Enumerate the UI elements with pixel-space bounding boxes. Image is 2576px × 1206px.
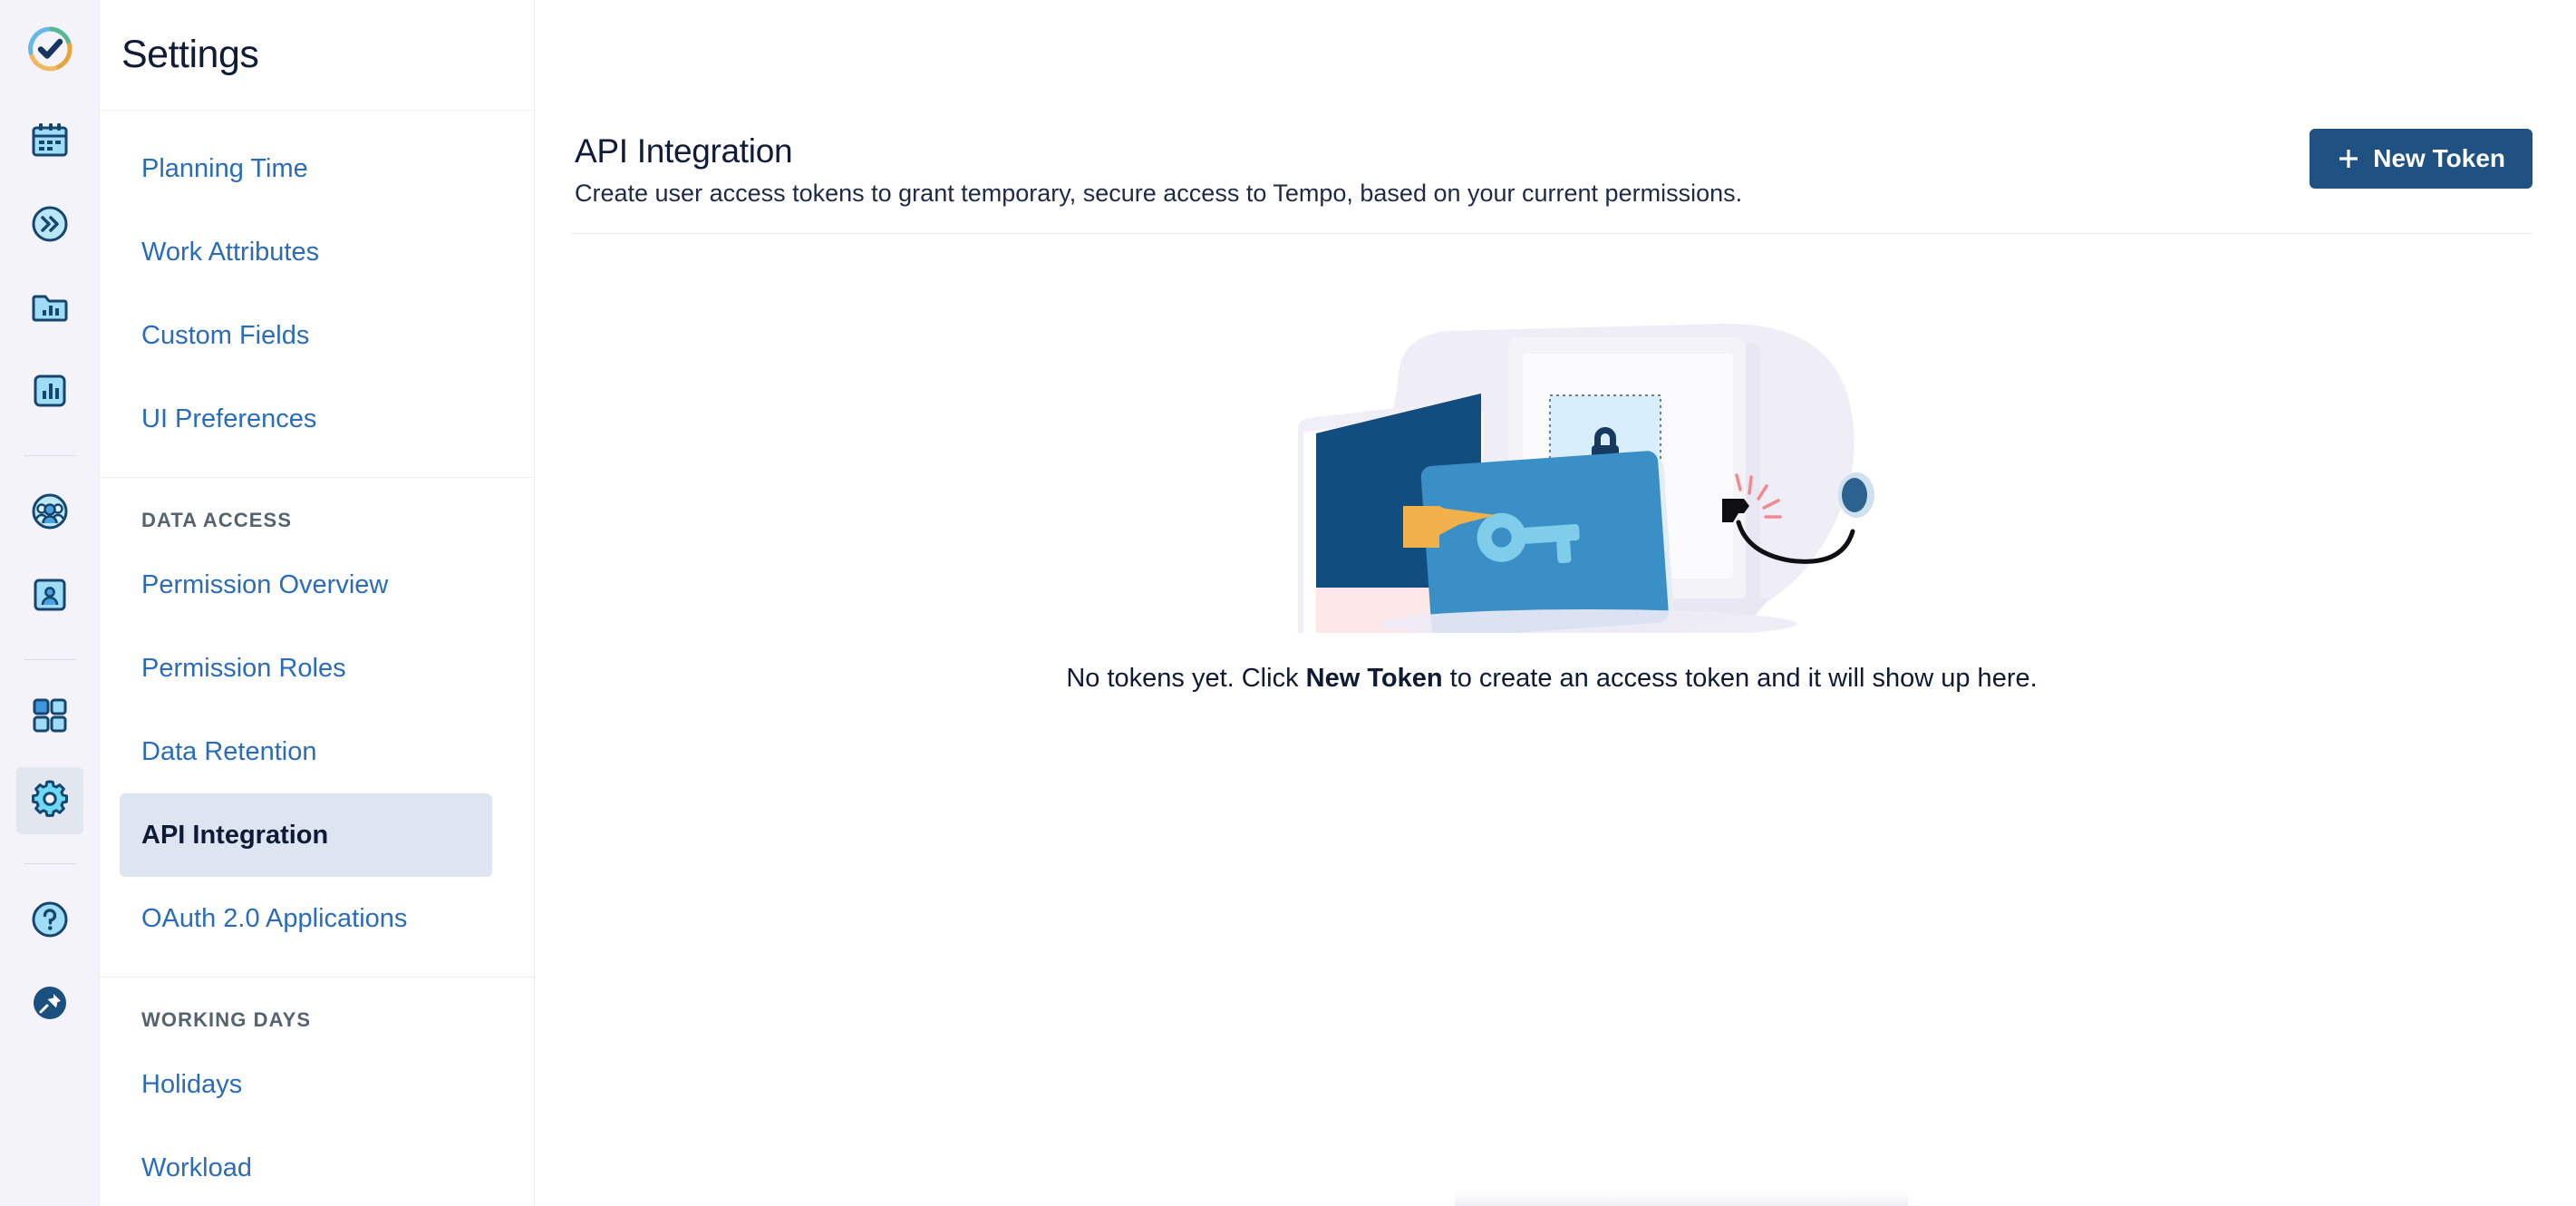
content-header: API Integration Create user access token… [571,0,2532,234]
sidebar-item-oauth-applications[interactable]: OAuth 2.0 Applications [120,877,492,960]
plus-icon [2337,147,2360,170]
rail-divider [23,659,76,660]
empty-message-before: No tokens yet. Click [1066,664,1306,693]
sidebar-nav-list: Planning Time Work Attributes Custom Fie… [100,111,534,1206]
team-people-icon [30,491,70,536]
sidebar-item-ui-preferences[interactable]: UI Preferences [120,377,492,461]
rail-divider [23,863,76,864]
sidebar-item-data-retention[interactable]: Data Retention [120,710,492,793]
content-subtitle: Create user access tokens to grant tempo… [575,180,1743,207]
sidebar-item-label: Permission Overview [141,569,389,599]
main-content: API Integration Create user access token… [535,0,2576,1206]
rail-item-pin[interactable] [16,971,83,1038]
sidebar-item-label: OAuth 2.0 Applications [141,903,408,933]
sidebar-item-label: Permission Roles [141,653,346,683]
content-header-text: API Integration Create user access token… [571,132,1742,208]
rail-item-reports[interactable] [16,359,83,426]
sidebar-item-label: Custom Fields [141,320,310,350]
help-circle-icon [30,900,70,944]
user-card-icon [30,575,70,619]
settings-sidebar: Settings Planning Time Work Attributes C… [100,0,535,1206]
sidebar-item-permission-roles[interactable]: Permission Roles [120,627,492,710]
sidebar-item-label: Planning Time [141,153,308,183]
sidebar-item-holidays[interactable]: Holidays [120,1043,492,1126]
sidebar-item-workload[interactable]: Workload [120,1126,492,1206]
sidebar-item-label: Data Retention [141,736,317,766]
rail-item-teams[interactable] [16,480,83,547]
rail-item-settings[interactable] [15,767,83,834]
lock-key-screen-illustration [1225,252,1878,733]
apps-grid-icon [30,695,70,740]
empty-message-after: to create an access token and it will sh… [1442,664,2038,693]
rail-item-timesheets[interactable] [16,192,83,259]
sidebar-item-label: API Integration [141,820,329,850]
sidebar-item-label: Work Attributes [141,237,320,267]
pin-icon [31,984,69,1026]
rail-divider [23,455,76,456]
new-token-button-label: New Token [2373,144,2505,172]
bottom-panel-sliver [1455,1190,1908,1206]
content-title: API Integration [575,132,793,170]
empty-state-message: No tokens yet. Click New Token to create… [1066,664,2037,694]
page-title: Settings [121,33,259,76]
sidebar-item-label: Holidays [141,1069,243,1099]
sidebar-item-permission-overview[interactable]: Permission Overview [120,543,492,627]
sidebar-item-label: UI Preferences [141,404,317,433]
fast-forward-icon [30,204,70,248]
gear-icon [29,778,71,824]
sidebar-item-work-attributes[interactable]: Work Attributes [120,210,492,294]
sidebar-group-data-access: DATA ACCESS [141,509,293,531]
rail-item-help[interactable] [16,888,83,955]
icon-rail [0,0,100,1206]
new-token-button[interactable]: New Token [2310,129,2532,189]
empty-message-strong: New Token [1305,664,1443,693]
sidebar-item-custom-fields[interactable]: Custom Fields [120,294,492,377]
rail-item-accounts[interactable] [16,563,83,630]
folder-chart-icon [30,287,70,332]
calendar-icon [30,121,70,165]
sidebar-item-label: Workload [141,1153,252,1182]
tempo-logo[interactable] [21,20,79,78]
main-inner: API Integration Create user access token… [535,0,2576,733]
rail-item-calendar[interactable] [16,109,83,176]
sidebar-item-api-integration[interactable]: API Integration [120,793,492,877]
rail-item-apps[interactable] [16,684,83,751]
sidebar-group-working-days: WORKING DAYS [141,1008,312,1031]
empty-state: No tokens yet. Click New Token to create… [571,234,2532,733]
sidebar-divider [100,477,534,478]
app-root: Settings Planning Time Work Attributes C… [0,0,2576,1206]
report-chart-icon [30,371,70,415]
sidebar-header: Settings [100,0,534,111]
sidebar-item-planning-time[interactable]: Planning Time [120,127,492,210]
rail-item-projects[interactable] [16,276,83,343]
